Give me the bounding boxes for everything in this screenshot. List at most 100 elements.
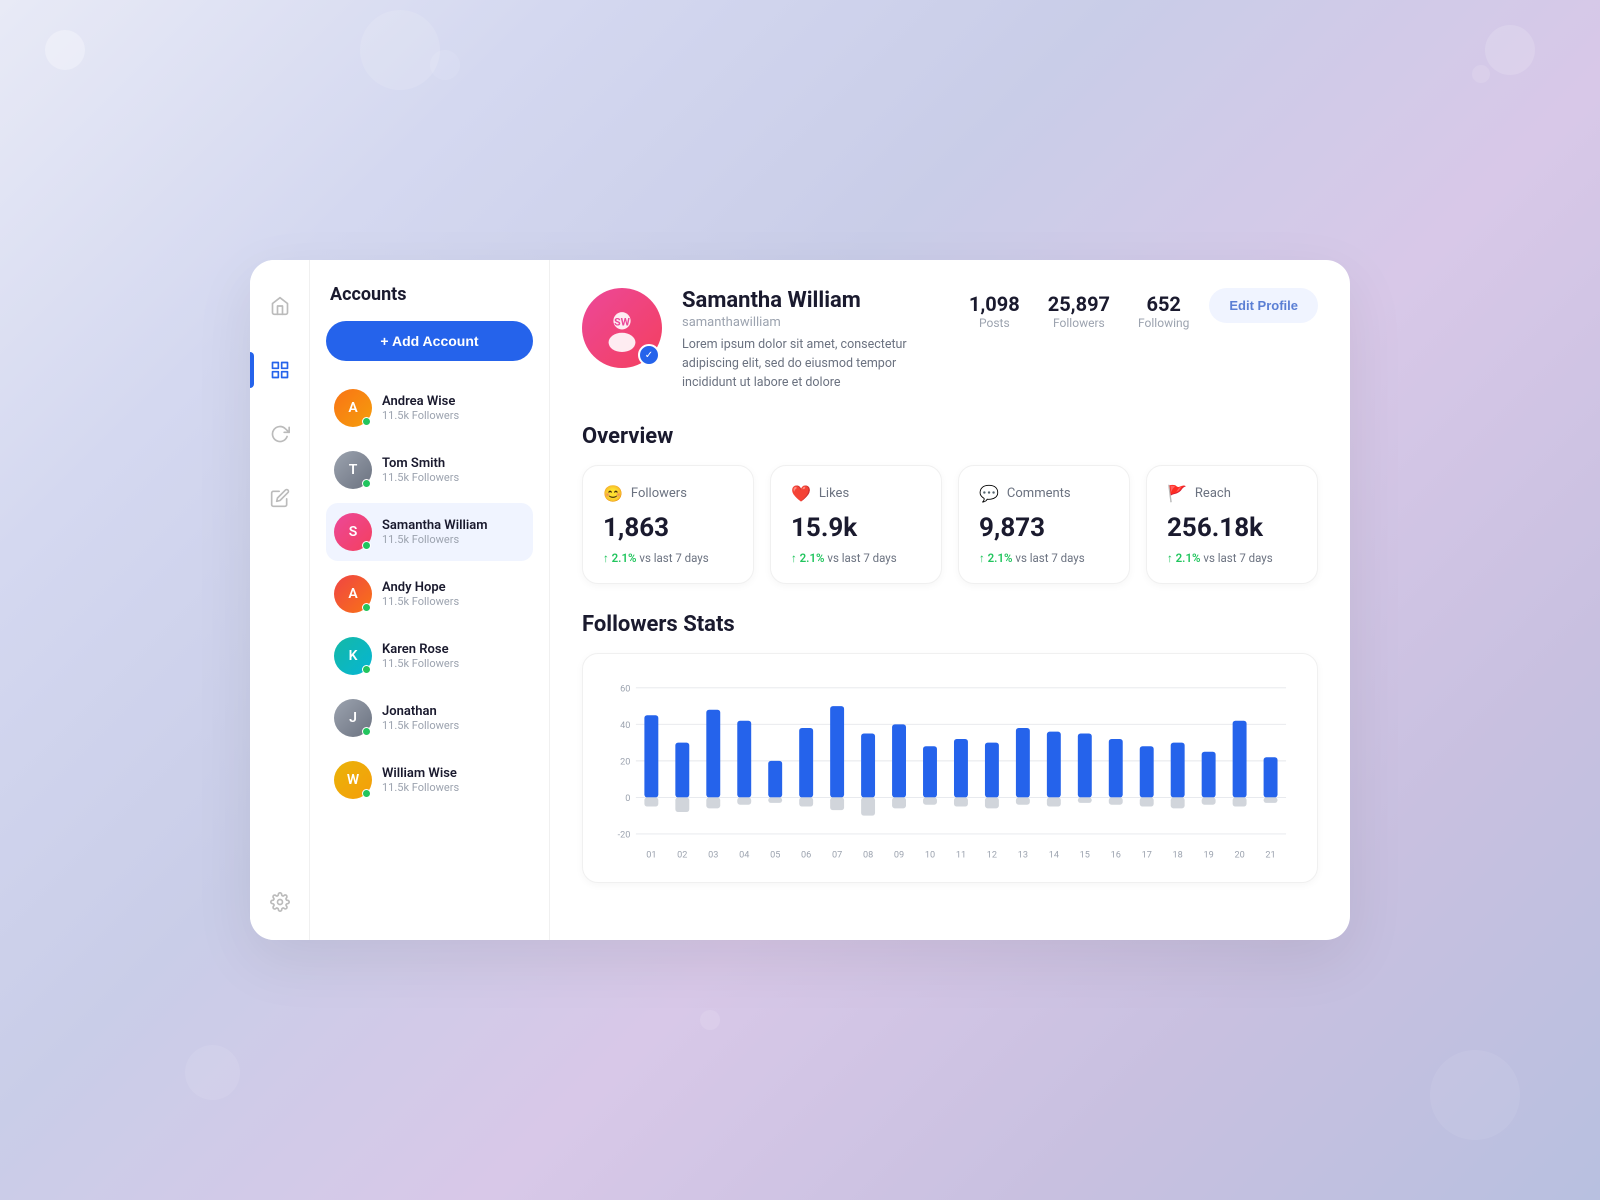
edit-profile-button[interactable]: Edit Profile [1209, 288, 1318, 323]
nav-dashboard[interactable] [262, 352, 298, 388]
account-avatar: T [334, 451, 372, 489]
bg-decoration [1430, 1050, 1520, 1140]
account-avatar: K [334, 637, 372, 675]
stat-card-label: Likes [819, 486, 849, 501]
account-item[interactable]: K Karen Rose 11.5k Followers [326, 627, 533, 685]
accounts-title: Accounts [326, 284, 533, 305]
stat-card-label: Reach [1195, 486, 1231, 501]
account-avatar: S [334, 513, 372, 551]
svg-text:SW: SW [614, 316, 630, 329]
svg-text:15: 15 [1080, 851, 1090, 861]
online-indicator [362, 789, 371, 798]
overview-card: ❤️ Likes 15.9k ↑ 2.1% vs last 7 days [770, 465, 942, 584]
verified-badge: ✓ [638, 344, 660, 366]
account-name: Andrea Wise [382, 394, 459, 409]
bg-decoration [45, 30, 85, 70]
svg-text:06: 06 [801, 851, 811, 861]
followers-label: Followers [1048, 316, 1110, 330]
svg-text:60: 60 [620, 685, 630, 695]
svg-text:17: 17 [1142, 851, 1152, 861]
stat-card-value: 9,873 [979, 513, 1109, 543]
stat-card-trend: ↑ 2.1% vs last 7 days [603, 551, 733, 565]
svg-text:09: 09 [894, 851, 904, 861]
overview-title: Overview [582, 424, 1318, 449]
bg-decoration [185, 1045, 240, 1100]
account-item[interactable]: W William Wise 11.5k Followers [326, 751, 533, 809]
stat-card-value: 1,863 [603, 513, 733, 543]
svg-text:19: 19 [1204, 851, 1214, 861]
svg-text:07: 07 [832, 851, 842, 861]
following-value: 652 [1138, 292, 1189, 316]
following-label: Following [1138, 316, 1189, 330]
account-info: William Wise 11.5k Followers [382, 766, 459, 794]
trend-arrow: ↑ 2.1% [1167, 551, 1201, 565]
bg-decoration [430, 50, 460, 80]
nav-settings[interactable] [262, 884, 298, 920]
followers-value: 25,897 [1048, 292, 1110, 316]
account-avatar: J [334, 699, 372, 737]
svg-text:05: 05 [770, 851, 780, 861]
svg-text:20: 20 [1234, 851, 1244, 861]
svg-text:04: 04 [739, 851, 749, 861]
stat-card-value: 256.18k [1167, 513, 1297, 543]
trend-arrow: ↑ 2.1% [603, 551, 637, 565]
profile-handle: samanthawilliam [682, 315, 949, 330]
trend-arrow: ↑ 2.1% [979, 551, 1013, 565]
account-name: Karen Rose [382, 642, 459, 657]
stat-card-icon: 💬 [979, 484, 999, 503]
account-avatar: W [334, 761, 372, 799]
svg-text:21: 21 [1265, 851, 1275, 861]
account-followers: 11.5k Followers [382, 657, 459, 670]
account-item[interactable]: A Andy Hope 11.5k Followers [326, 565, 533, 623]
bg-decoration [700, 1010, 720, 1030]
profile-name: Samantha William [682, 288, 949, 313]
account-info: Andrea Wise 11.5k Followers [382, 394, 459, 422]
svg-text:11: 11 [956, 851, 966, 861]
stat-card-icon: ❤️ [791, 484, 811, 503]
followers-chart: 6040200-20010203040506070809101112131415… [603, 670, 1297, 870]
account-name: Samantha William [382, 518, 488, 533]
overview-card: 🚩 Reach 256.18k ↑ 2.1% vs last 7 days [1146, 465, 1318, 584]
stat-card-trend: ↑ 2.1% vs last 7 days [979, 551, 1109, 565]
stat-card-trend: ↑ 2.1% vs last 7 days [1167, 551, 1297, 565]
account-item[interactable]: J Jonathan 11.5k Followers [326, 689, 533, 747]
stat-posts: 1,098 Posts [969, 292, 1020, 330]
svg-text:20: 20 [620, 758, 630, 768]
svg-text:02: 02 [677, 851, 687, 861]
stat-card-label: Followers [631, 486, 687, 501]
stat-card-trend: ↑ 2.1% vs last 7 days [791, 551, 921, 565]
stat-card-header: ❤️ Likes [791, 484, 921, 503]
profile-section: SW ✓ Samantha William samanthawilliam Lo… [582, 288, 1318, 392]
accounts-panel: Accounts + Add Account A Andrea Wise 11.… [310, 260, 550, 940]
nav-home[interactable] [262, 288, 298, 324]
chart-area: 6040200-20010203040506070809101112131415… [603, 670, 1297, 870]
svg-text:01: 01 [646, 851, 656, 861]
account-item[interactable]: T Tom Smith 11.5k Followers [326, 441, 533, 499]
account-item[interactable]: S Samantha William 11.5k Followers [326, 503, 533, 561]
bg-decoration [1472, 65, 1490, 83]
svg-text:08: 08 [863, 851, 873, 861]
profile-avatar-wrap: SW ✓ [582, 288, 662, 368]
stats-grid: 😊 Followers 1,863 ↑ 2.1% vs last 7 days … [582, 465, 1318, 584]
nav-edit[interactable] [262, 480, 298, 516]
stat-card-value: 15.9k [791, 513, 921, 543]
profile-stats: 1,098 Posts 25,897 Followers 652 Followi… [969, 292, 1189, 330]
svg-text:-20: -20 [618, 831, 631, 841]
stat-card-header: 🚩 Reach [1167, 484, 1297, 503]
svg-text:10: 10 [925, 851, 935, 861]
account-item[interactable]: A Andrea Wise 11.5k Followers [326, 379, 533, 437]
account-info: Samantha William 11.5k Followers [382, 518, 488, 546]
online-indicator [362, 541, 371, 550]
stat-following: 652 Following [1138, 292, 1189, 330]
svg-text:14: 14 [1049, 851, 1059, 861]
chart-container: 6040200-20010203040506070809101112131415… [582, 653, 1318, 883]
profile-info: Samantha William samanthawilliam Lorem i… [682, 288, 949, 392]
account-followers: 11.5k Followers [382, 595, 459, 608]
stat-card-header: 💬 Comments [979, 484, 1109, 503]
svg-text:03: 03 [708, 851, 718, 861]
overview-card: 😊 Followers 1,863 ↑ 2.1% vs last 7 days [582, 465, 754, 584]
nav-refresh[interactable] [262, 416, 298, 452]
account-followers: 11.5k Followers [382, 471, 459, 484]
add-account-button[interactable]: + Add Account [326, 321, 533, 361]
bg-decoration [360, 10, 440, 90]
